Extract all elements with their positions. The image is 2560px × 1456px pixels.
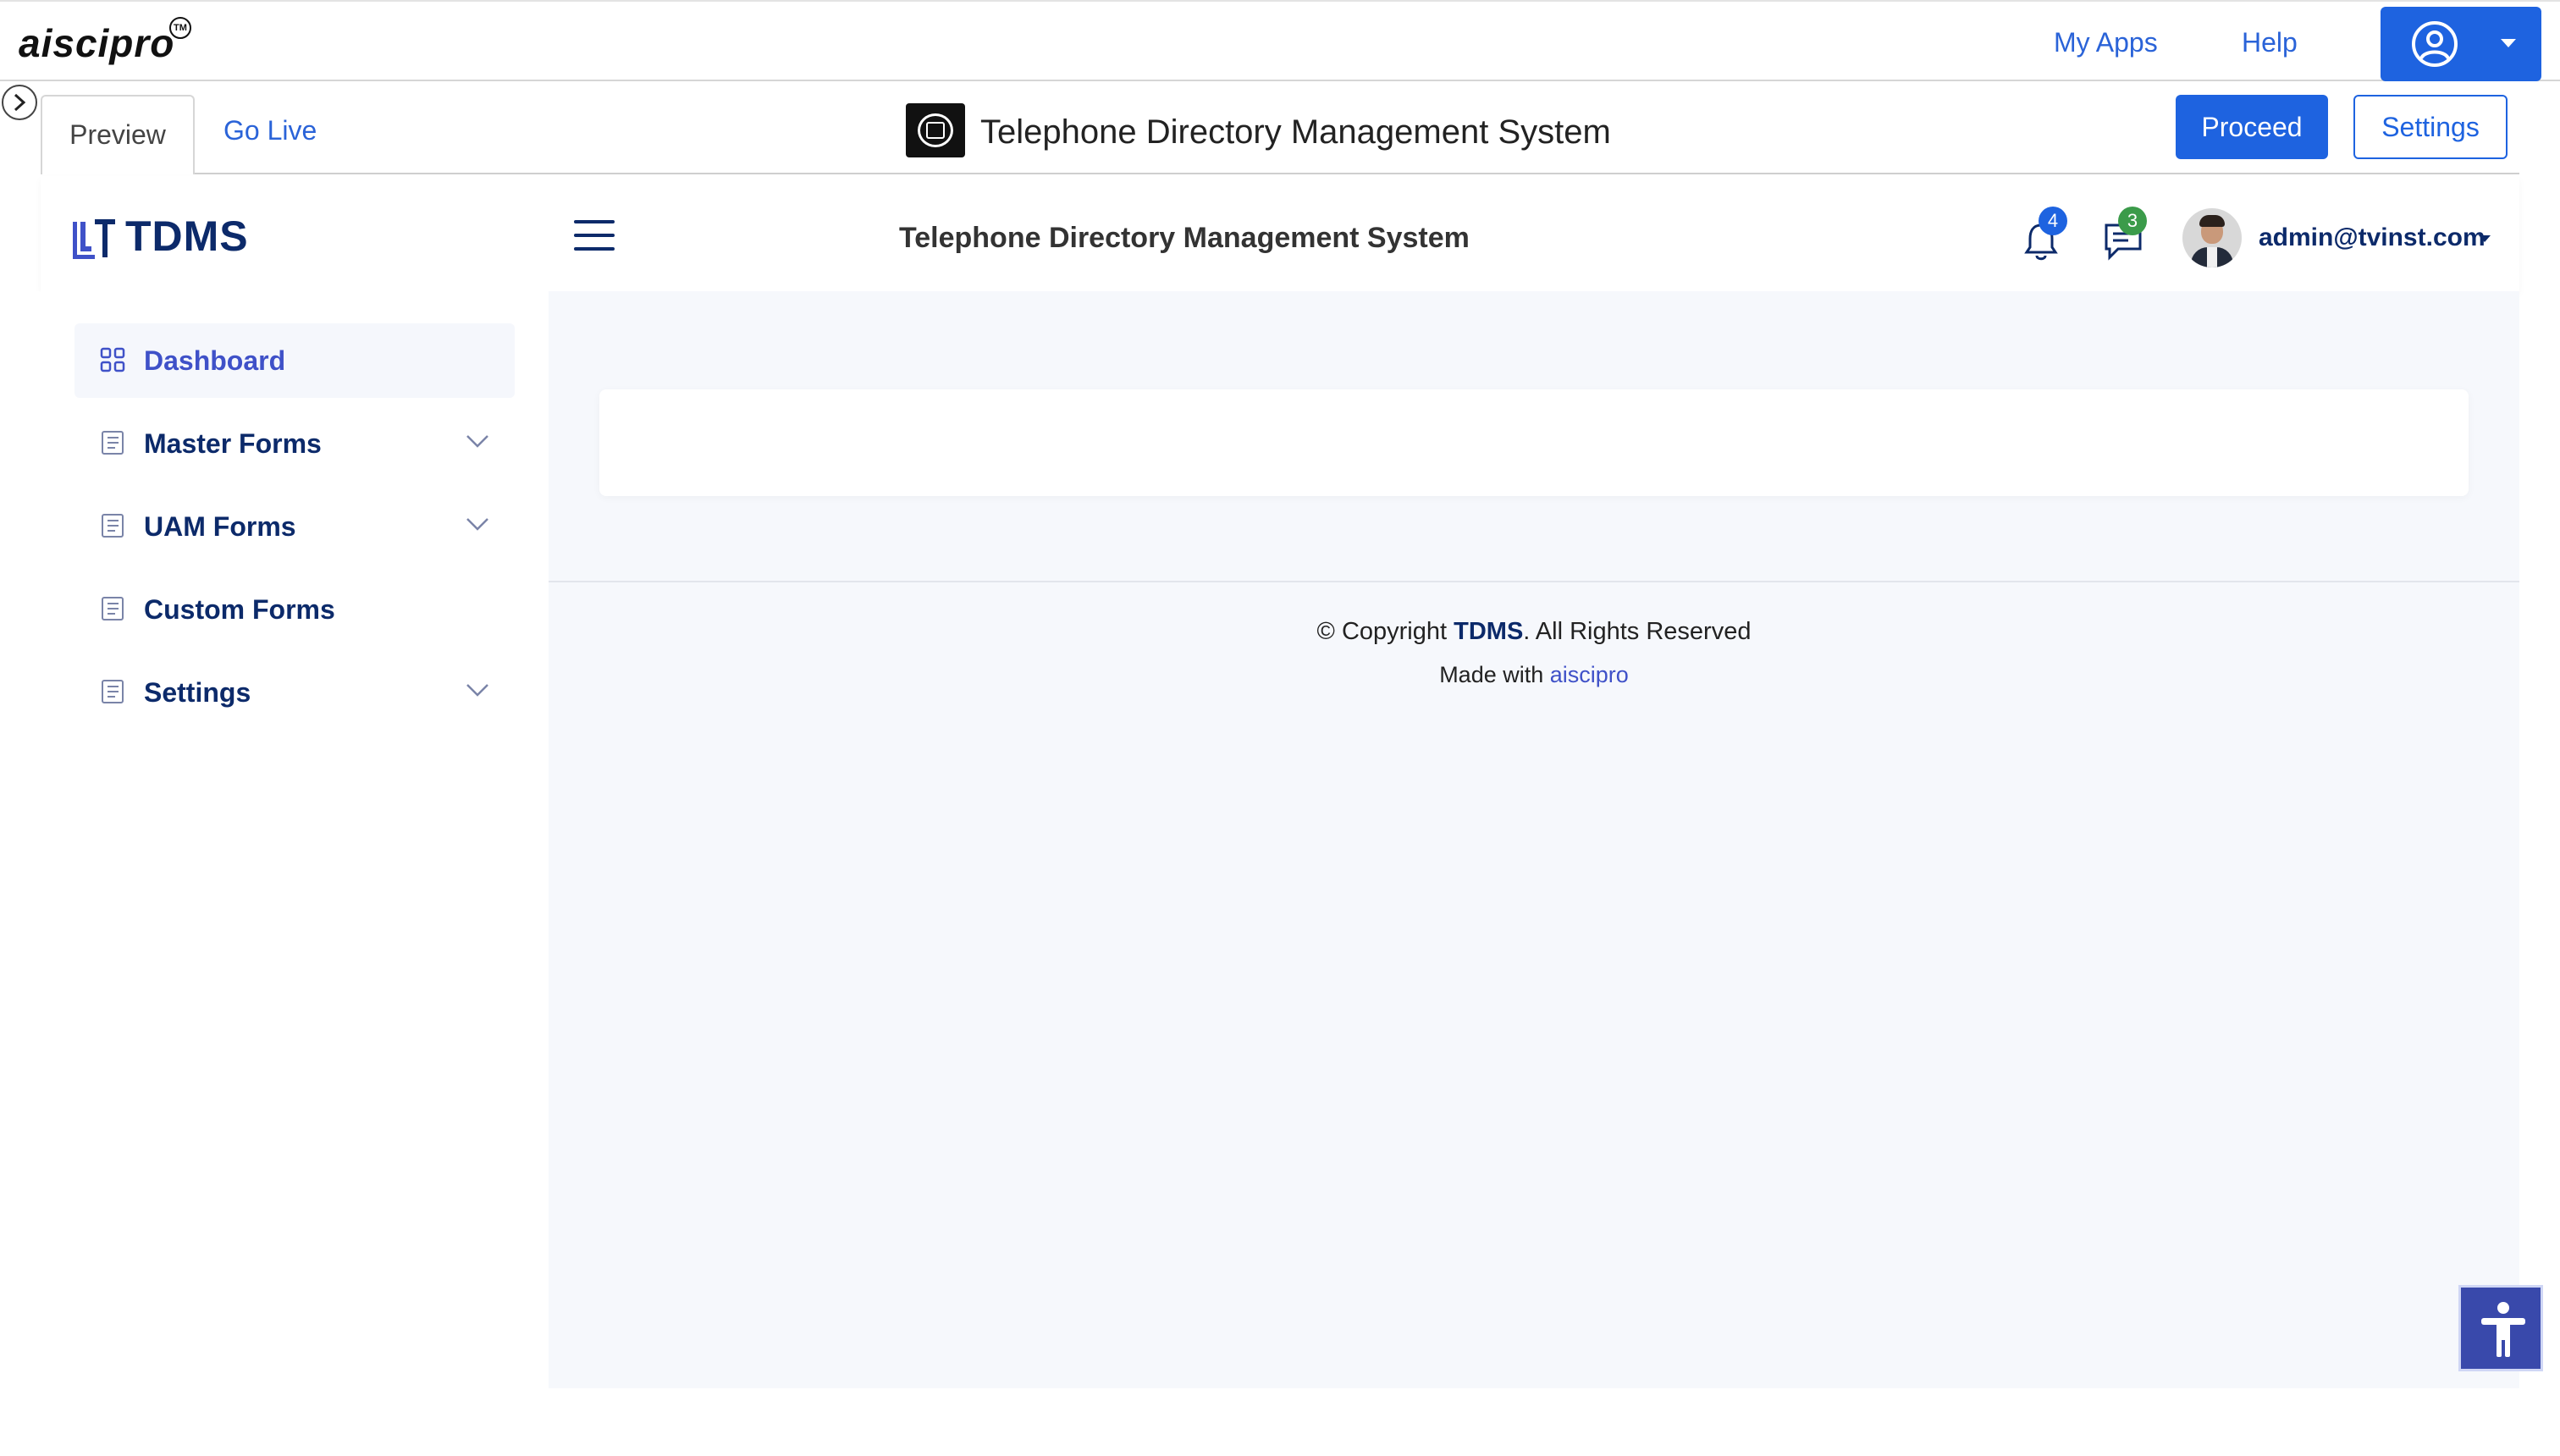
caret-down-icon bbox=[2501, 39, 2516, 47]
sidebar: Dashboard Master Forms UAM Forms Custom … bbox=[0, 291, 549, 1388]
aiscipro-link[interactable]: aiscipro bbox=[1550, 662, 1629, 687]
chevron-down-icon[interactable] bbox=[466, 433, 489, 449]
header-title: Telephone Directory Management System bbox=[899, 222, 1470, 254]
settings-button[interactable]: Settings bbox=[2353, 95, 2508, 159]
sidebar-item-master-forms[interactable]: Master Forms bbox=[74, 406, 515, 481]
form-icon bbox=[102, 597, 124, 620]
copyright-brand: TDMS bbox=[1454, 618, 1524, 645]
app-title: Telephone Directory Management System bbox=[980, 113, 1611, 151]
user-avatar[interactable] bbox=[2182, 208, 2242, 267]
user-circle-icon bbox=[2412, 21, 2458, 67]
form-icon bbox=[102, 431, 124, 455]
dashboard-card bbox=[599, 389, 2469, 496]
notifications-badge: 4 bbox=[2039, 207, 2067, 235]
sidebar-item-custom-forms[interactable]: Custom Forms bbox=[74, 572, 515, 647]
main-content: © Copyright TDMS. All Rights Reserved Ma… bbox=[549, 291, 2519, 1388]
sidebar-item-uam-forms[interactable]: UAM Forms bbox=[74, 489, 515, 564]
expand-panel-button[interactable] bbox=[2, 85, 37, 120]
sidebar-item-label: Settings bbox=[144, 677, 251, 708]
chevron-down-icon[interactable] bbox=[466, 516, 489, 532]
chevron-down-icon[interactable] bbox=[466, 682, 489, 698]
page-root: aiscipro TM My Apps Help Preview Go Live… bbox=[0, 0, 2560, 1456]
platform-topbar: aiscipro TM My Apps Help bbox=[0, 0, 2560, 81]
help-link[interactable]: Help bbox=[2242, 27, 2298, 58]
trademark-mark: TM bbox=[169, 17, 191, 39]
made-with-text: Made with aiscipro bbox=[549, 662, 2519, 688]
user-email-dropdown[interactable]: admin@tvinst.com bbox=[2259, 223, 2486, 252]
sidebar-item-label: Master Forms bbox=[144, 428, 322, 459]
user-menu-button[interactable] bbox=[2381, 7, 2541, 81]
form-icon bbox=[102, 514, 124, 538]
made-with-label: Made with bbox=[1439, 662, 1544, 687]
sidebar-item-dashboard[interactable]: Dashboard bbox=[74, 323, 515, 398]
grid-icon bbox=[100, 347, 125, 372]
sidebar-item-label: UAM Forms bbox=[144, 511, 296, 542]
tab-go-live[interactable]: Go Live bbox=[223, 115, 317, 146]
accessibility-button[interactable] bbox=[2458, 1285, 2543, 1371]
sidebar-item-settings[interactable]: Settings bbox=[74, 655, 515, 730]
sidebar-item-label: Dashboard bbox=[144, 345, 286, 376]
copyright-suffix: . All Rights Reserved bbox=[1523, 618, 1752, 645]
my-apps-link[interactable]: My Apps bbox=[2054, 27, 2158, 58]
hamburger-menu-icon[interactable] bbox=[574, 220, 615, 254]
chevron-right-icon bbox=[14, 93, 26, 112]
tdms-logo-icon[interactable] bbox=[73, 218, 117, 259]
copyright-prefix: © Copyright bbox=[1316, 618, 1448, 645]
app-header: TDMS Telephone Directory Management Syst… bbox=[41, 176, 2519, 291]
sidebar-item-label: Custom Forms bbox=[144, 594, 335, 625]
footer-divider bbox=[549, 581, 2519, 582]
form-icon bbox=[102, 680, 124, 703]
messages-badge: 3 bbox=[2118, 207, 2147, 235]
app-logo-icon bbox=[906, 103, 965, 157]
tab-preview[interactable]: Preview bbox=[41, 95, 195, 174]
preview-bar: Preview Go Live Telephone Directory Mana… bbox=[41, 81, 2519, 174]
app-logo-text[interactable]: TDMS bbox=[125, 212, 249, 261]
proceed-button[interactable]: Proceed bbox=[2176, 95, 2328, 159]
accessibility-icon bbox=[2481, 1302, 2525, 1357]
copyright-text: © Copyright TDMS. All Rights Reserved bbox=[549, 618, 2519, 646]
caret-down-icon[interactable] bbox=[2479, 235, 2491, 242]
platform-brand[interactable]: aiscipro bbox=[19, 20, 174, 66]
